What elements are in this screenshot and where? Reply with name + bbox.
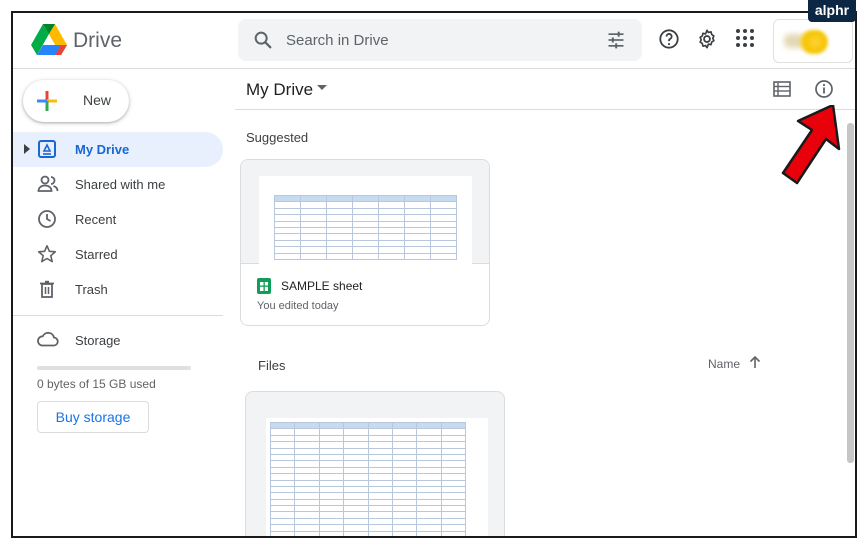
sidebar-divider xyxy=(13,315,223,316)
app-header: Drive xyxy=(13,13,855,69)
sheet-cell xyxy=(343,530,369,536)
storage-usage-bar xyxy=(37,366,191,370)
my-drive-icon xyxy=(38,140,56,158)
arrow-up-icon[interactable] xyxy=(748,355,762,369)
list-view-icon[interactable] xyxy=(773,81,791,97)
file-activity: You edited today xyxy=(257,300,339,312)
plus-icon xyxy=(37,91,57,111)
search-icon[interactable] xyxy=(252,29,274,51)
sheet-cell xyxy=(430,252,457,260)
suggested-file-card[interactable]: SAMPLE sheet You edited today xyxy=(240,159,490,326)
chevron-down-icon[interactable] xyxy=(317,85,327,91)
avatar[interactable] xyxy=(800,30,828,54)
sheet-cell xyxy=(326,252,353,260)
sidebar-item-starred[interactable]: Starred xyxy=(13,237,223,272)
suggested-heading: Suggested xyxy=(246,130,309,145)
sidebar-item-label: Shared with me xyxy=(75,177,166,192)
file-name: SAMPLE sheet xyxy=(281,279,363,293)
sheet-cell xyxy=(378,252,405,260)
sort-by-name[interactable]: Name xyxy=(708,357,740,371)
app-brand: Drive xyxy=(73,29,123,52)
help-icon[interactable] xyxy=(658,28,680,50)
buy-storage-button[interactable]: Buy storage xyxy=(37,401,149,433)
files-heading: Files xyxy=(258,358,286,373)
sheet-cell xyxy=(416,530,442,536)
sheet-cell xyxy=(294,530,320,536)
file-tile[interactable] xyxy=(245,391,505,536)
sheet-preview xyxy=(259,176,472,268)
sidebar-item-label: Trash xyxy=(75,282,108,297)
search-bar[interactable] xyxy=(238,19,642,61)
main-header-divider xyxy=(235,109,855,110)
sidebar-item-shared-with-me[interactable]: Shared with me xyxy=(13,167,223,202)
sheet-cell xyxy=(300,252,327,260)
settings-gear-icon[interactable] xyxy=(696,28,718,50)
storage-usage-text: 0 bytes of 15 GB used xyxy=(37,377,156,391)
sheet-cell xyxy=(274,252,301,260)
file-thumbnail xyxy=(241,160,489,268)
browser-frame: Drive Search in Drive New My Drive Share… xyxy=(11,11,857,538)
drive-logo-icon[interactable] xyxy=(31,23,67,55)
sheet-cell xyxy=(352,252,379,260)
search-input[interactable] xyxy=(286,19,586,61)
clock-icon xyxy=(38,210,56,228)
star-icon xyxy=(37,244,57,263)
shared-people-icon xyxy=(37,175,59,192)
search-options-icon[interactable] xyxy=(606,30,626,50)
sidebar-item-my-drive[interactable]: My Drive xyxy=(13,132,223,167)
account-switcher[interactable] xyxy=(773,19,853,63)
apps-grid-icon[interactable] xyxy=(735,28,755,48)
sheet-cell xyxy=(440,530,467,536)
sheet-cell xyxy=(391,530,418,536)
info-icon[interactable] xyxy=(814,79,834,99)
sheet-cell xyxy=(269,530,296,536)
sheet-cell xyxy=(318,530,345,536)
sidebar-item-trash[interactable]: Trash xyxy=(13,272,223,307)
sheet-cell xyxy=(367,530,393,536)
annotation-arrow-icon xyxy=(781,105,841,185)
sidebar-item-label: Starred xyxy=(75,247,118,262)
trash-icon xyxy=(40,280,54,298)
page-title[interactable]: My Drive xyxy=(246,80,313,100)
cloud-icon xyxy=(37,331,59,347)
sidebar-item-storage[interactable]: Storage xyxy=(13,323,223,358)
scrollbar[interactable] xyxy=(847,123,854,463)
sidebar-item-label: Recent xyxy=(75,212,117,227)
new-button[interactable]: New xyxy=(23,80,129,122)
sidebar-item-label: My Drive xyxy=(75,142,130,157)
new-button-label: New xyxy=(83,92,112,108)
sheet-preview xyxy=(266,418,488,536)
sheet-cell xyxy=(404,252,431,260)
storage-label: Storage xyxy=(75,333,121,348)
sidebar-item-recent[interactable]: Recent xyxy=(13,202,223,237)
sheets-file-icon xyxy=(257,278,271,294)
expand-caret-icon[interactable] xyxy=(24,144,30,154)
watermark-logo: alphr xyxy=(808,0,856,22)
